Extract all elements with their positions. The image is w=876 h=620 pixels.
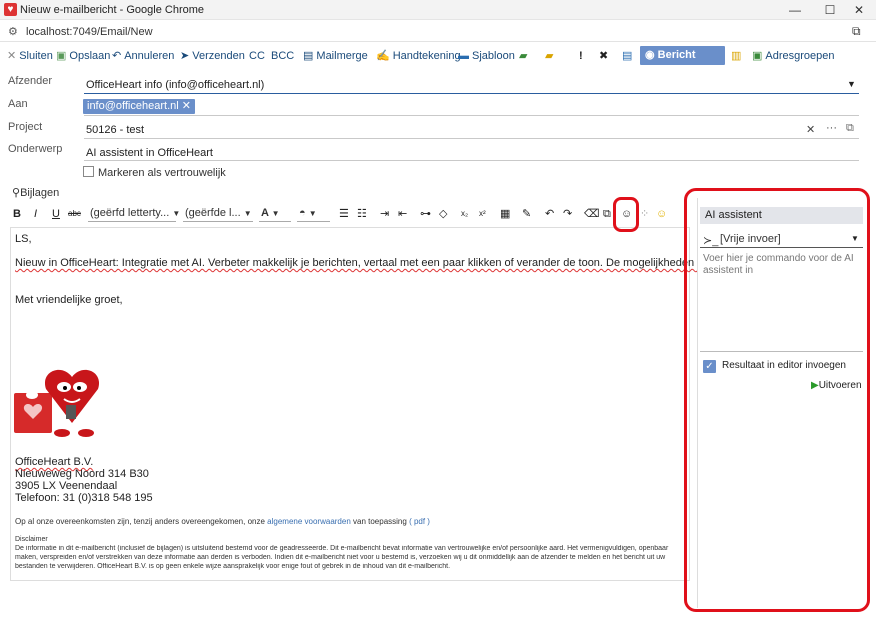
close-window-button[interactable]: ✕ <box>842 0 876 20</box>
body-paragraph: Nieuw in OfficeHeart: Integratie met AI.… <box>15 257 769 269</box>
officeheart-mascot-image <box>14 369 110 437</box>
install-app-icon[interactable]: ⧉ <box>852 24 861 39</box>
trace-message-button[interactable]: ◉ Bericht traceren <box>640 46 725 80</box>
send-icon: ➤ <box>180 50 190 62</box>
clipboard-icon[interactable]: ▥ <box>731 46 741 66</box>
subject-field[interactable]: AI assistent in OfficeHeart <box>86 147 213 159</box>
url-text[interactable]: localhost:7049/Email/New <box>26 26 153 38</box>
signature-icon: ✍ <box>376 50 390 62</box>
bcc-button[interactable]: BCC <box>271 46 294 66</box>
open-folder-yellow-icon[interactable]: ▰ <box>545 46 553 66</box>
close-mail-button[interactable]: ✕ Sluiten <box>7 46 53 66</box>
address-groups-button[interactable]: ▣ Adresgroepen <box>752 46 835 66</box>
terms-line: Op al onze overeenkomsten zijn, tenzij a… <box>15 517 430 526</box>
recipient-chip[interactable]: info@officeheart.nl ✕ <box>83 99 195 114</box>
signature-phone: Telefoon: 31 (0)318 548 195 <box>15 492 153 504</box>
confidential-label: Markeren als vertrouwelijk <box>98 167 226 179</box>
superscript-icon[interactable]: x² <box>479 206 486 222</box>
highlight-ai-panel <box>684 188 870 612</box>
from-underline <box>84 93 859 94</box>
subject-underline <box>84 160 859 161</box>
bold-button[interactable]: B <box>13 206 21 222</box>
save-button[interactable]: ▣ Opslaan <box>56 46 110 66</box>
minimize-button[interactable]: — <box>778 0 812 20</box>
disclaimer-line-1: De informatie in dit e-mailbericht (incl… <box>15 545 669 552</box>
address-book-icon: ▣ <box>752 50 763 62</box>
table-icon[interactable]: ▦ <box>500 206 510 222</box>
disclaimer-title: Disclaimer <box>15 536 48 543</box>
cc-button[interactable]: CC <box>249 46 265 66</box>
mailmerge-button[interactable]: ▤ Mailmerge <box>303 46 368 66</box>
disclaimer-line-3: bestanden te verwijderen. OfficeHeart B.… <box>15 563 451 570</box>
window-title: Nieuw e-mailbericht - Google Chrome <box>20 4 205 16</box>
subject-label: Onderwerp <box>8 143 63 155</box>
terms-link[interactable]: algemene voorwaarden <box>267 517 351 526</box>
font-family-select[interactable]: (geërfd letterty... ▼ <box>88 205 180 222</box>
grid-icon[interactable]: ⁘ <box>640 206 649 222</box>
font-size-select[interactable]: (geërfde l... ▼ <box>183 205 253 222</box>
folder-icon: ▬ <box>458 50 469 62</box>
link-icon[interactable]: ⊶ <box>420 206 431 222</box>
save-icon: ▣ <box>56 50 67 62</box>
indent-icon[interactable]: ⇥ <box>380 206 389 222</box>
disclaimer-line-2: maken, verspreiden en/of verstrekken van… <box>15 554 666 561</box>
from-label: Afzender <box>8 75 53 87</box>
external-link-icon[interactable]: ⧉ <box>846 122 854 135</box>
mailmerge-icon: ▤ <box>303 50 314 62</box>
chevron-down-icon[interactable]: ▼ <box>847 79 856 89</box>
outdent-icon[interactable]: ⇤ <box>398 206 407 222</box>
edit-source-icon[interactable]: ⧉ <box>603 206 611 222</box>
underline-button[interactable]: U <box>52 206 60 222</box>
eraser-icon[interactable]: ⌫ <box>584 206 600 222</box>
send-button[interactable]: ➤ Verzenden <box>180 46 245 66</box>
signature-button[interactable]: ✍ Handtekening <box>376 46 461 66</box>
signature-street: Nieuweweg Noord 314 B30 <box>15 468 149 480</box>
body-closing: Met vriendelijke groet, <box>15 294 123 306</box>
app-heart-icon: ♥ <box>4 3 17 16</box>
document-icon[interactable]: ▤ <box>622 46 632 66</box>
undo-icon[interactable]: ↶ <box>545 206 554 222</box>
background-color-picker[interactable]: ◓ ▼ <box>297 205 330 222</box>
close-icon: ✕ <box>7 50 17 62</box>
clear-project-icon[interactable]: ✕ <box>806 123 815 136</box>
clear-format-icon[interactable]: ✎ <box>522 206 531 222</box>
numbered-list-icon[interactable]: ☷ <box>357 206 367 222</box>
redo-icon[interactable]: ↷ <box>563 206 572 222</box>
from-select[interactable]: OfficeHeart info (info@officeheart.nl) <box>86 79 264 91</box>
more-icon[interactable]: ··· <box>826 122 837 134</box>
template-button[interactable]: ▬ Sjabloon <box>458 46 515 66</box>
terms-pdf-link[interactable]: ( pdf ) <box>409 517 430 526</box>
priority-button[interactable]: ! <box>579 46 583 66</box>
body-greeting: LS, <box>15 233 32 245</box>
eye-icon: ◉ <box>645 49 658 61</box>
confidential-checkbox[interactable] <box>83 166 94 177</box>
code-icon[interactable]: ◇ <box>439 206 447 222</box>
attachments-button[interactable]: ⚲Bijlagen <box>12 186 59 199</box>
site-info-icon[interactable]: ⚙ <box>8 25 18 38</box>
highlight-ai-button <box>613 197 639 232</box>
remove-recipient-icon[interactable]: ✕ <box>182 100 191 112</box>
project-field[interactable]: 50126 - test <box>86 124 144 136</box>
subscript-icon[interactable]: x₂ <box>461 206 468 222</box>
emoji-icon[interactable]: ☺ <box>656 206 667 222</box>
project-underline <box>84 138 859 139</box>
signature-city: 3905 LX Veenendaal <box>15 480 118 492</box>
project-label: Project <box>8 121 43 133</box>
italic-button[interactable]: I <box>34 206 37 222</box>
paperclip-icon: ⚲ <box>12 187 21 199</box>
undo-icon: ↶ <box>112 50 122 62</box>
to-underline <box>84 115 859 116</box>
open-folder-green-icon[interactable]: ▰ <box>519 46 527 66</box>
strikethrough-button[interactable]: abc <box>68 206 81 222</box>
text-color-picker[interactable]: A ▼ <box>259 205 291 222</box>
bullet-list-icon[interactable]: ☰ <box>339 206 349 222</box>
cancel-button[interactable]: ↶ Annuleren <box>112 46 174 66</box>
signature-company: OfficeHeart B.V. <box>15 456 94 468</box>
tools-icon[interactable]: ✖ <box>599 46 608 66</box>
to-label: Aan <box>8 98 28 110</box>
